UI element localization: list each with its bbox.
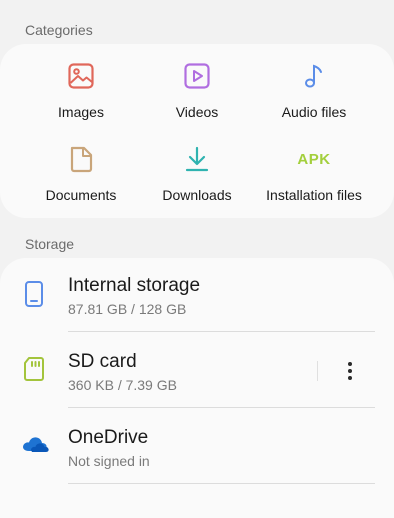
storage-name: Internal storage [68, 275, 201, 296]
document-icon [66, 144, 96, 174]
storage-detail: Not signed in [68, 453, 150, 469]
onedrive-cloud-icon [20, 431, 50, 459]
storage-name: SD card [68, 351, 137, 372]
category-label: Images [58, 104, 104, 120]
more-options-icon[interactable] [338, 359, 362, 383]
category-label: Installation files [266, 187, 362, 203]
divider [68, 407, 375, 408]
apk-icon: APK [297, 150, 331, 168]
category-videos[interactable]: Videos [132, 61, 262, 131]
divider [68, 483, 375, 484]
video-icon [182, 61, 212, 91]
phone-icon [20, 280, 48, 308]
download-icon [182, 144, 212, 174]
storage-heading: Storage [25, 236, 75, 252]
vertical-divider [317, 361, 318, 381]
storage-row-internal[interactable]: Internal storage 87.81 GB / 128 GB [0, 258, 394, 332]
category-audio-files[interactable]: Audio files [249, 61, 379, 131]
category-installation-files[interactable]: APK Installation files [249, 144, 379, 214]
image-icon [66, 61, 96, 91]
music-note-icon [299, 61, 329, 91]
categories-card: Images Videos Audio files Documents Down… [0, 44, 394, 218]
category-downloads[interactable]: Downloads [132, 144, 262, 214]
category-label: Videos [175, 104, 219, 120]
category-label: Audio files [281, 104, 347, 120]
category-label: Downloads [162, 187, 232, 203]
category-images[interactable]: Images [16, 61, 146, 131]
divider [68, 331, 375, 332]
storage-detail: 87.81 GB / 128 GB [68, 301, 187, 317]
category-documents[interactable]: Documents [16, 144, 146, 214]
storage-row-sd-card[interactable]: SD card 360 KB / 7.39 GB [0, 334, 394, 408]
sd-card-icon [20, 355, 48, 383]
storage-name: OneDrive [68, 427, 149, 448]
storage-detail: 360 KB / 7.39 GB [68, 377, 177, 393]
storage-card: Internal storage 87.81 GB / 128 GB SD ca… [0, 258, 394, 518]
storage-row-onedrive[interactable]: OneDrive Not signed in [0, 410, 394, 484]
category-label: Documents [45, 187, 117, 203]
categories-heading: Categories [25, 22, 93, 38]
